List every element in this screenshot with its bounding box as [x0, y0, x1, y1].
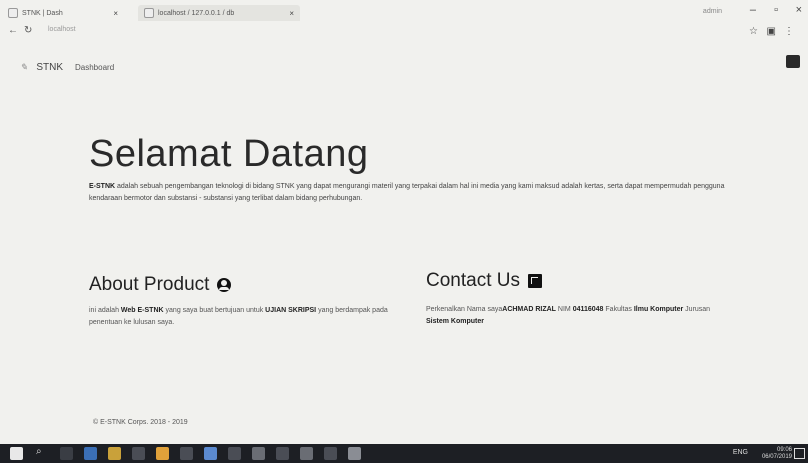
close-tab-icon[interactable]: ×: [289, 9, 294, 18]
windows-start-icon[interactable]: [10, 447, 23, 460]
page-title: Selamat Datang: [89, 133, 369, 175]
contact-bold-part: Sistem Komputer: [426, 318, 484, 325]
contact-paragraph: Perkenalkan Nama sayaACHMAD RIZAL NIM 04…: [426, 304, 726, 328]
about-bold-part: Web E-STNK: [120, 307, 164, 314]
tab-title: localhost / 127.0.0.1 / db: [158, 9, 235, 17]
contact-text-part: Perkenalkan Nama saya: [426, 306, 503, 313]
app-icon[interactable]: [252, 447, 265, 460]
menu-icon[interactable]: ⋮: [784, 26, 794, 37]
about-paragraph: ini adalah Web E-STNK yang saya buat ber…: [89, 305, 389, 329]
contact-bold-part: 04116048: [572, 306, 604, 313]
close-window-icon[interactable]: ×: [796, 4, 802, 16]
edge-browser-icon[interactable]: [84, 447, 97, 460]
contact-text-part: NIM: [557, 306, 571, 313]
file-explorer-icon[interactable]: [108, 447, 121, 460]
window-user-label: admin: [702, 8, 722, 15]
search-icon[interactable]: ⌕: [36, 446, 49, 459]
app-icon[interactable]: [204, 447, 217, 460]
star-icon[interactable]: ☆: [749, 26, 758, 37]
extension-icon[interactable]: ▣: [767, 26, 776, 37]
intro-text: adalah sebuah pengembangan teknologi di …: [89, 183, 725, 202]
close-tab-icon[interactable]: ×: [113, 9, 118, 18]
minimize-icon[interactable]: –: [750, 4, 756, 16]
app-icon[interactable]: [300, 447, 313, 460]
contact-bold-part: ACHMAD RIZAL: [502, 306, 556, 313]
about-text-part: yang saya buat bertujuan untuk: [165, 307, 264, 314]
notification-icon[interactable]: [794, 448, 805, 459]
url-input[interactable]: localhost: [48, 26, 76, 33]
back-arrow-icon[interactable]: ←: [8, 25, 18, 36]
brand-highlight: E-STNK: [89, 183, 116, 190]
tab-title: STNK | Dash: [22, 9, 63, 17]
about-text-part: ini adalah: [89, 307, 119, 314]
user-profile-icon[interactable]: [786, 55, 800, 68]
language-indicator[interactable]: ENG: [733, 449, 748, 456]
about-heading: About Product: [89, 274, 232, 296]
nav-dashboard-link[interactable]: Dashboard: [75, 63, 114, 72]
maximize-icon[interactable]: ▫: [774, 4, 778, 16]
tab-stnk-dashboard[interactable]: STNK | Dash ×: [8, 5, 118, 21]
app-icon[interactable]: [324, 447, 337, 460]
app-icon[interactable]: [228, 447, 241, 460]
task-view-icon[interactable]: [60, 447, 73, 460]
windows-taskbar: ⌕ ENG 09:06 06/07/2019: [0, 444, 808, 463]
browser-tab-bar: STNK | Dash × localhost / 127.0.0.1 / db…: [0, 0, 808, 22]
about-bold-part: UJIAN SKRIPSI: [265, 307, 317, 314]
page-footer: © E-STNK Corps. 2018 - 2019: [93, 419, 188, 426]
about-title: About Product: [89, 274, 210, 295]
brand-logo-icon: ✎: [20, 62, 28, 72]
site-brand[interactable]: ✎ STNK: [20, 62, 63, 73]
chrome-icon[interactable]: [156, 447, 169, 460]
site-navbar: ✎ STNK Dashboard: [0, 58, 808, 78]
contact-text-part: Fakultas: [605, 306, 632, 313]
page-favicon-icon: [144, 8, 154, 18]
app-icon[interactable]: [348, 447, 361, 460]
app-icon[interactable]: [276, 447, 289, 460]
page-favicon-icon: [8, 8, 18, 18]
contact-heading: Contact Us: [426, 270, 542, 292]
user-circle-icon: [217, 278, 232, 292]
address-bar: ← ↻ localhost: [0, 22, 808, 40]
reload-icon[interactable]: ↻: [24, 25, 32, 36]
contact-text-part: Jurusan: [685, 306, 711, 313]
contact-title: Contact Us: [426, 270, 520, 291]
intro-paragraph: E-STNK adalah sebuah pengembangan teknol…: [89, 181, 729, 205]
clock-time: 09:06: [776, 447, 792, 453]
brand-name: STNK: [36, 62, 63, 73]
tab-localhost[interactable]: localhost / 127.0.0.1 / db ×: [138, 5, 300, 21]
system-clock[interactable]: 09:06 06/07/2019: [762, 447, 792, 461]
app-icon[interactable]: [180, 447, 193, 460]
app-icon[interactable]: [132, 447, 145, 460]
contact-card-icon: [527, 274, 542, 288]
contact-bold-part: Ilmu Komputer: [633, 306, 684, 313]
clock-date: 06/07/2019: [761, 454, 792, 460]
